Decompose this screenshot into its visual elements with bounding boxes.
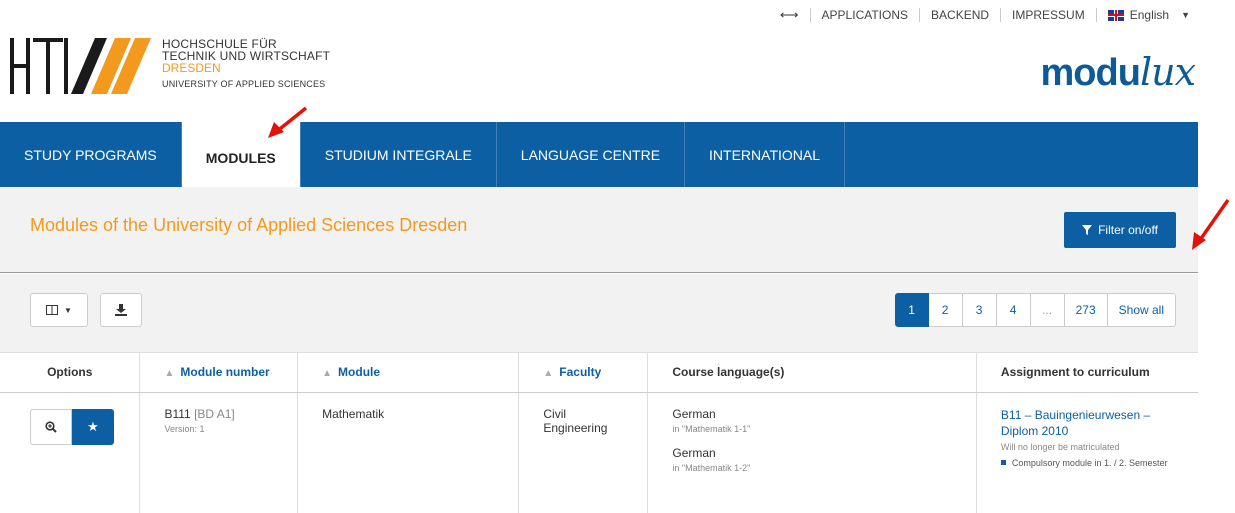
languages-cell: German in "Mathematik 1-1" German in "Ma…: [647, 392, 977, 513]
nav-language-centre[interactable]: LANGUAGE CENTRE: [497, 122, 686, 187]
language-label: English: [1129, 8, 1170, 22]
header-faculty-label: Faculty: [559, 365, 602, 380]
page-2[interactable]: 2: [928, 293, 963, 327]
main-navigation: STUDY PROGRAMS MODULES STUDIUM INTEGRALE…: [0, 122, 1198, 187]
caret-down-icon: ▼: [64, 305, 72, 315]
page-1[interactable]: 1: [894, 293, 929, 327]
language-name: German: [672, 406, 716, 421]
nav-study-programs[interactable]: STUDY PROGRAMS: [0, 122, 182, 187]
filter-label: Filter on/off: [1098, 223, 1158, 237]
annotation-arrow-modules-icon: [268, 106, 308, 138]
language-context: in "Mathematik 1-2": [672, 462, 751, 473]
download-icon: [115, 304, 127, 316]
sort-icon: ▲︎: [322, 368, 333, 380]
module-version: Version: 1: [164, 423, 205, 434]
uk-flag-icon: [1107, 9, 1124, 21]
language-entry: German in "Mathematik 1-2": [672, 446, 952, 473]
sort-icon: ▲︎: [164, 368, 175, 380]
curriculum-detail-item: Compulsory module in 1. / 2. Semester: [1000, 456, 1174, 470]
header-faculty[interactable]: ▲︎ Faculty: [518, 353, 649, 393]
nav-studium-integrale[interactable]: STUDIUM INTEGRALE: [301, 122, 497, 187]
page-4[interactable]: 4: [996, 293, 1031, 327]
page-3[interactable]: 3: [962, 293, 997, 327]
backend-link[interactable]: BACKEND: [919, 8, 1000, 22]
header-module-label: Module: [338, 365, 381, 380]
language-name: German: [672, 445, 716, 460]
header-options: Options: [0, 353, 141, 393]
page-header: Modules of the University of Applied Sci…: [0, 187, 1198, 273]
curriculum-note: Will no longer be matriculated: [1000, 441, 1120, 452]
impressum-link[interactable]: IMPRESSUM: [1000, 8, 1096, 22]
header-assignment: Assignment to curriculum: [976, 353, 1198, 393]
sort-icon: ▲︎: [543, 368, 554, 380]
curriculum-detail: Compulsory module in 1. / 2. Semester: [1011, 457, 1168, 468]
modules-table: Options ▲︎ Module number ▲︎ Module ▲︎ Facul…: [0, 353, 1198, 513]
zoom-in-icon: [45, 420, 57, 433]
header-module[interactable]: ▲︎ Module: [297, 353, 520, 393]
annotation-arrow-filter-icon: [1192, 198, 1230, 250]
institution-line-3: DRESDEN: [162, 61, 221, 75]
applications-link[interactable]: APPLICATIONS: [809, 8, 919, 22]
nav-international[interactable]: INTERNATIONAL: [685, 122, 846, 187]
assignment-cell: B11 – Bauingenieurwesen – Diplom 2010 Wi…: [976, 392, 1198, 513]
options-cell: ★: [0, 392, 141, 513]
faculty-cell: Civil Engineering: [518, 392, 649, 513]
row-options: ★: [30, 408, 115, 445]
top-utility-bar: ⟷ APPLICATIONS BACKEND IMPRESSUM English…: [769, 0, 1235, 30]
caret-down-icon: ▼: [1181, 10, 1190, 20]
module-cell: Mathematik: [297, 392, 520, 513]
favorite-button[interactable]: ★: [72, 408, 114, 445]
language-selector[interactable]: English ▼: [1095, 8, 1201, 22]
filter-icon: [1082, 225, 1093, 235]
column-toggle-button[interactable]: ▼: [30, 293, 88, 327]
curriculum-link[interactable]: B11 – Bauingenieurwesen – Diplom 2010: [1001, 407, 1174, 439]
module-number: B111: [164, 406, 191, 421]
header-module-number-label: Module number: [180, 365, 270, 380]
pagination: 1 2 3 4 ... 273 Show all: [894, 293, 1176, 327]
bullet-icon: [1000, 459, 1006, 465]
module-number-cell: B111 [BD A1] Version: 1: [139, 392, 299, 513]
show-all-button[interactable]: Show all: [1107, 293, 1176, 327]
institution-line-4: UNIVERSITY OF APPLIED SCIENCES: [162, 79, 326, 89]
star-icon: ★: [87, 418, 99, 434]
logo-suffix: lux: [1139, 50, 1196, 94]
faculty-name: Civil Engineering: [543, 406, 608, 435]
logo-prefix: modu: [1040, 52, 1141, 94]
page-last[interactable]: 273: [1064, 293, 1108, 327]
columns-icon: [46, 305, 59, 315]
filter-toggle-button[interactable]: Filter on/off: [1064, 212, 1176, 248]
export-button[interactable]: [100, 293, 142, 327]
table-toolbar: ▼ 1 2 3 4 ... 273 Show all: [0, 274, 1198, 353]
htw-logo[interactable]: [7, 38, 157, 98]
language-entry: German in "Mathematik 1-1": [672, 407, 952, 434]
institution-name: HOCHSCHULE FÜR TECHNIK UND WIRTSCHAFT DR…: [162, 38, 330, 90]
page-ellipsis: ...: [1030, 293, 1065, 327]
module-name: Mathematik: [322, 406, 385, 421]
module-alias: [BD A1]: [194, 406, 235, 421]
table-row: ★ B111 [BD A1] Version: 1 Mathematik Civ…: [0, 392, 1198, 513]
language-context: in "Mathematik 1-1": [672, 423, 751, 434]
view-details-button[interactable]: [30, 408, 72, 445]
table-header-row: Options ▲︎ Module number ▲︎ Module ▲︎ Facul…: [0, 353, 1198, 393]
expand-width-icon[interactable]: ⟷: [769, 8, 810, 22]
header-module-number[interactable]: ▲︎ Module number: [139, 353, 299, 393]
page-title: Modules of the University of Applied Sci…: [30, 215, 468, 235]
header-course-languages: Course language(s): [647, 353, 977, 393]
modulux-logo[interactable]: modulux: [1040, 50, 1197, 95]
